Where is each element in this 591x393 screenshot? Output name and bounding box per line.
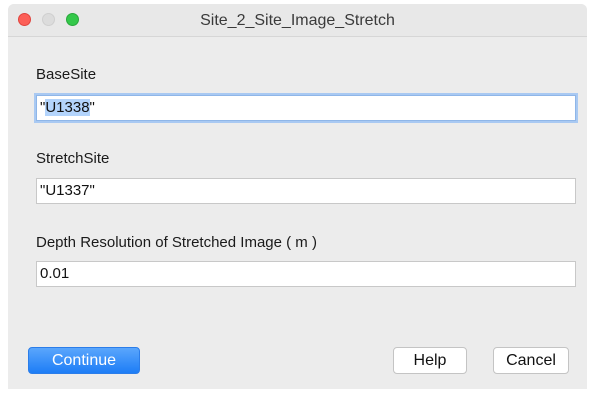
- help-button[interactable]: Help: [393, 347, 467, 374]
- dialog-window: Site_2_Site_Image_Stretch BaseSite "U133…: [8, 4, 587, 389]
- base-site-selected-text: U1338: [45, 99, 90, 116]
- stretch-site-label: StretchSite: [36, 150, 110, 167]
- stretch-site-input[interactable]: "U1337": [36, 178, 576, 204]
- base-site-label: BaseSite: [36, 66, 97, 83]
- base-site-input[interactable]: "U1338": [36, 95, 576, 121]
- base-site-value-suffix: ": [89, 99, 95, 116]
- depth-resolution-label: Depth Resolution of Stretched Image ( m …: [36, 234, 317, 251]
- depth-resolution-input[interactable]: 0.01: [36, 261, 576, 287]
- window-title: Site_2_Site_Image_Stretch: [200, 12, 395, 29]
- title-bar[interactable]: Site_2_Site_Image_Stretch: [8, 4, 587, 37]
- cancel-button[interactable]: Cancel: [493, 347, 569, 374]
- continue-button[interactable]: Continue: [28, 347, 140, 374]
